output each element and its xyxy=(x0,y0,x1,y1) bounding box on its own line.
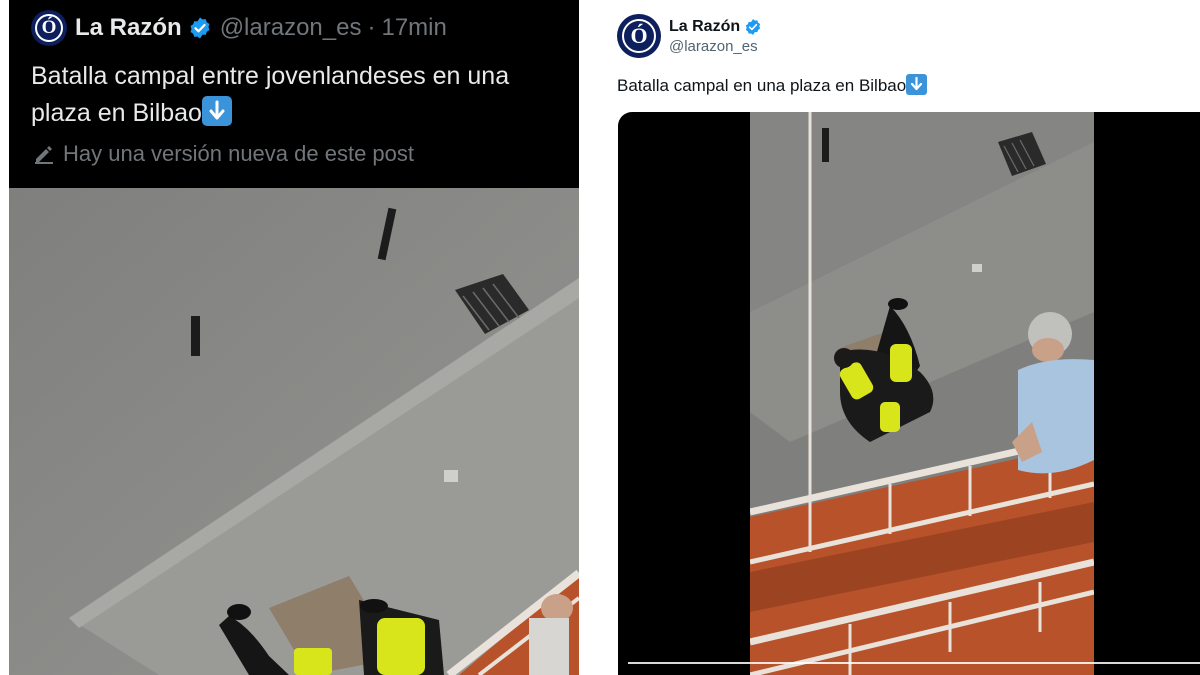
tweet-text-body: Batalla campal en una plaza en Bilbao xyxy=(617,76,907,95)
video-player[interactable] xyxy=(618,112,1200,675)
avatar-logo: Ó xyxy=(41,17,57,38)
pencil-icon xyxy=(35,146,53,164)
handle[interactable]: @larazon_es xyxy=(669,38,762,55)
verified-badge-icon xyxy=(746,18,761,35)
display-name[interactable]: La Razón xyxy=(75,14,182,42)
timestamp[interactable]: 17min xyxy=(381,14,446,42)
tweet-header: Ó La Razón @larazon_es xyxy=(617,14,762,58)
edit-notice[interactable]: Hay una versión nueva de este post xyxy=(33,141,414,167)
tweet-text: Batalla campal entre jovenlandeses en un… xyxy=(31,58,571,132)
tweet-text-body: Batalla campal entre jovenlandeses en un… xyxy=(31,62,510,127)
left-panel: Ó La Razón @larazon_es · 17min Batalla c… xyxy=(0,0,600,675)
handle[interactable]: @larazon_es xyxy=(220,14,362,42)
name-row: La Razón xyxy=(669,18,762,36)
dark-tweet-card[interactable]: Ó La Razón @larazon_es · 17min Batalla c… xyxy=(9,0,579,675)
video-media[interactable] xyxy=(9,188,579,675)
down-arrow-emoji-icon xyxy=(201,96,232,126)
tweet-header: Ó La Razón @larazon_es · 17min xyxy=(31,10,447,46)
right-panel: Ó La Razón @larazon_es Batalla campal en… xyxy=(600,0,1200,675)
video-frame xyxy=(9,188,579,675)
avatar[interactable]: Ó xyxy=(31,10,67,46)
video-progress-bar[interactable] xyxy=(628,662,1200,664)
down-arrow-emoji-icon xyxy=(906,74,928,95)
tweet-text: Batalla campal en una plaza en Bilbao xyxy=(617,74,928,98)
avatar[interactable]: Ó xyxy=(617,14,661,58)
verified-badge-icon xyxy=(190,17,210,39)
author-names: La Razón @larazon_es xyxy=(669,18,762,55)
edit-notice-label: Hay una versión nueva de este post xyxy=(63,141,415,166)
video-frame xyxy=(750,112,1094,675)
avatar-logo: Ó xyxy=(630,23,648,48)
display-name[interactable]: La Razón xyxy=(669,18,740,36)
separator: · xyxy=(367,14,376,41)
